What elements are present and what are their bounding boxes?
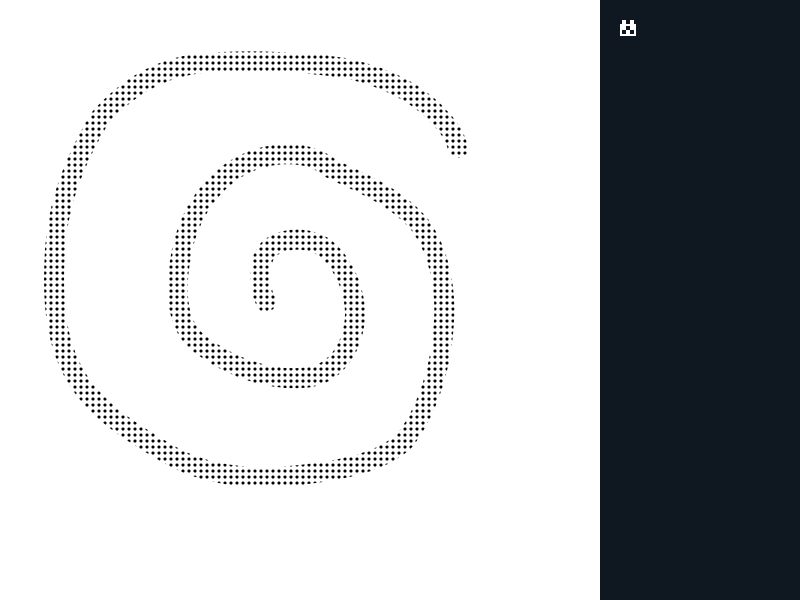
spiral-stroke [0,0,600,600]
app-window [0,0,800,600]
pixel-logo-icon[interactable] [620,20,636,36]
halftone-spiral-drawing [0,0,600,600]
drawing-canvas[interactable] [0,0,600,600]
side-panel [600,0,800,600]
